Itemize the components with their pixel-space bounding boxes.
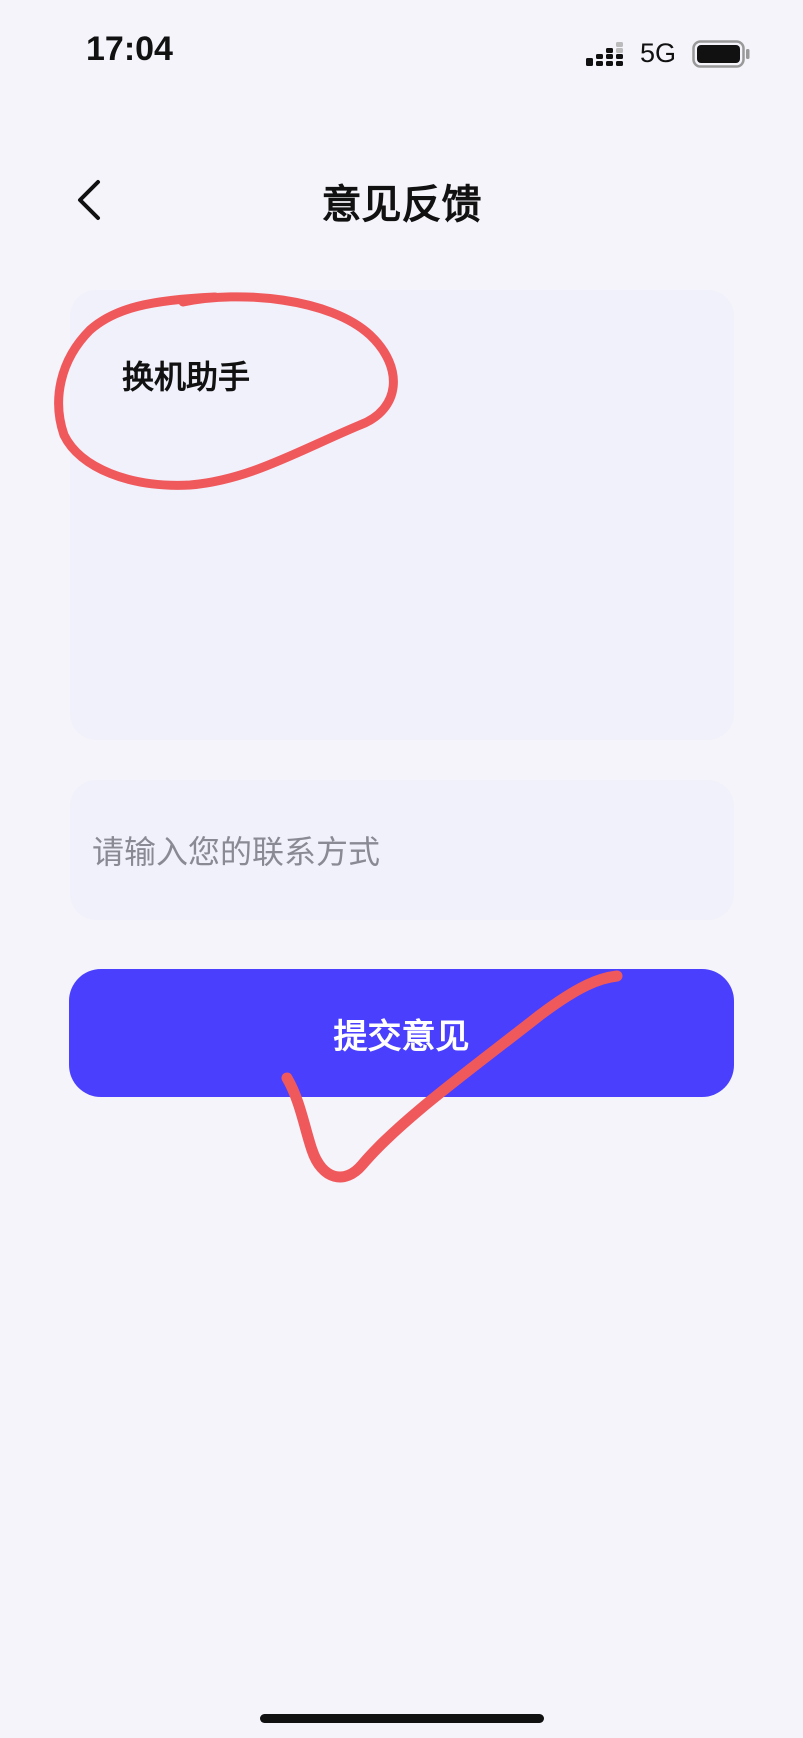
home-indicator[interactable] (260, 1714, 544, 1723)
contact-placeholder: 请输入您的联系方式 (92, 833, 381, 871)
submit-button[interactable]: 提交意见 (69, 969, 734, 1097)
feedback-textarea[interactable]: 换机助手 (70, 290, 734, 740)
status-time: 17:04 (86, 30, 173, 68)
contact-input[interactable]: 请输入您的联系方式 (70, 780, 734, 920)
page-title: 意见反馈 (321, 182, 482, 228)
nav-bar: 意见反馈 (0, 150, 803, 250)
signal-icon (586, 42, 623, 66)
battery-icon (692, 40, 750, 68)
network-label: 5G (640, 38, 677, 68)
status-bar: 17:04 5G (0, 0, 803, 100)
feedback-text: 换机助手 (122, 358, 251, 396)
